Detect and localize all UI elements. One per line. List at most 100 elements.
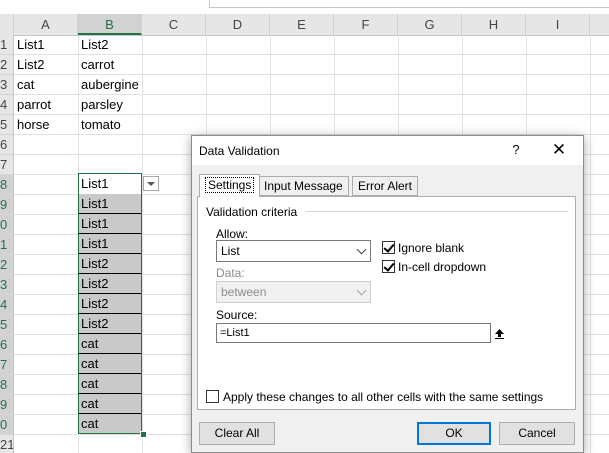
row-number: 8 [0,177,8,192]
tab-error-alert-label: Error Alert [358,179,413,193]
grid-line [590,35,591,453]
selected-cell[interactable]: List2 [78,274,142,294]
dialog-titlebar[interactable]: Data Validation ? ✕ [192,136,583,165]
tab-error-alert[interactable]: Error Alert [352,176,419,196]
row-header[interactable]: 5 [0,115,13,135]
source-input[interactable]: =List1 [216,323,504,343]
formula-bar-edge [209,0,609,8]
source-input-value: =List1 [220,327,250,339]
cell-dropdown-button[interactable] [143,176,159,191]
data-select[interactable]: between [216,281,371,303]
row-number: 0 [0,417,8,432]
selected-cell[interactable]: cat [78,374,142,394]
cell-b4[interactable]: parsley [78,95,123,115]
in-cell-dropdown-checkbox[interactable] [382,260,395,273]
fill-handle[interactable] [140,431,147,438]
cell-a3[interactable]: cat [14,75,34,95]
row-header[interactable]: 7 [0,155,13,175]
cell-a4[interactable]: parrot [14,95,51,115]
row-header[interactable]: 0 [0,415,13,435]
cell-b3[interactable]: aubergine [78,75,139,95]
column-header-d[interactable]: D [206,14,270,35]
column-headers: A B C D E F G H I [0,14,609,36]
row-header[interactable]: 0 [0,215,13,235]
ignore-blank-checkbox[interactable] [382,241,395,254]
row-number: 8 [0,377,8,392]
row-header[interactable]: 3 [0,275,13,295]
row-number: 4 [0,297,8,312]
close-button[interactable]: ✕ [542,138,576,162]
source-label: Source: [216,308,258,322]
selected-cell[interactable]: List2 [78,314,142,334]
top-strip [0,0,609,14]
tab-input-message[interactable]: Input Message [258,176,349,196]
selected-cell[interactable]: List2 [78,294,142,314]
selected-cell[interactable]: List1 [78,194,142,214]
data-label: Data: [216,266,245,280]
row-header[interactable]: 21 [0,435,13,453]
column-header-c[interactable]: C [142,14,206,35]
selected-cell[interactable]: cat [78,334,142,354]
row-header[interactable]: 5 [0,315,13,335]
row-header[interactable]: 2 [0,255,13,275]
row-number: 1 [0,37,8,52]
row-header[interactable]: 9 [0,395,13,415]
row-header[interactable]: 8 [0,175,13,195]
row-header[interactable]: 2 [0,55,13,75]
ok-button[interactable]: OK [417,422,491,445]
validation-criteria-heading: Validation criteria [206,205,298,219]
apply-all-checkbox[interactable] [206,390,219,403]
tab-settings[interactable]: Settings [199,174,261,197]
allow-label: Allow: [216,227,249,241]
active-cell-b8[interactable]: List1 [78,174,142,194]
row-header[interactable]: 1 [0,235,13,255]
dialog-title: Data Validation [199,144,280,158]
selected-cell[interactable]: cat [78,354,142,374]
allow-select[interactable]: List [216,240,371,262]
collapse-dialog-button[interactable] [491,325,507,341]
selected-cell[interactable]: List1 [78,214,142,234]
cell-b5[interactable]: tomato [78,115,121,135]
row-number: 6 [0,337,8,352]
clear-all-button[interactable]: Clear All [199,422,275,445]
select-all-corner[interactable] [0,14,14,35]
row-header[interactable]: 1 [0,35,13,55]
row-number: 21 [0,437,13,452]
cancel-button[interactable]: Cancel [499,422,575,445]
column-header-e[interactable]: E [270,14,334,35]
row-header[interactable]: 8 [0,375,13,395]
row-number: 3 [0,77,8,92]
row-header[interactable]: 7 [0,355,13,375]
row-header[interactable]: 6 [0,135,13,155]
cell-a5[interactable]: horse [14,115,50,135]
data-validation-dialog: Data Validation ? ✕ Settings Input Messa… [191,135,584,453]
column-header-b[interactable]: B [78,14,142,35]
help-button[interactable]: ? [501,138,531,162]
column-header-g[interactable]: G [398,14,462,35]
excel-window: A B C D E F G H I 1 2 3 4 5 6 7 8 9 0 1 … [0,0,609,453]
chevron-down-icon [352,282,370,302]
row-header[interactable]: 4 [0,295,13,315]
selected-cell[interactable]: List1 [78,234,142,254]
apply-all-label: Apply these changes to all other cells w… [223,390,544,404]
cell-b1[interactable]: List2 [78,35,108,55]
cell-b2[interactable]: carrot [78,55,114,75]
row-number: 3 [0,277,8,292]
selected-cell[interactable]: cat [78,414,142,434]
row-header[interactable]: 9 [0,195,13,215]
column-header-f[interactable]: F [334,14,398,35]
row-header[interactable]: 3 [0,75,13,95]
row-number: 9 [0,197,8,212]
selected-cell[interactable]: List2 [78,254,142,274]
column-header-i[interactable]: I [526,14,590,35]
cell-a1[interactable]: List1 [14,35,44,55]
row-header[interactable]: 4 [0,95,13,115]
row-number: 5 [0,317,8,332]
row-header[interactable]: 6 [0,335,13,355]
row-number: 7 [0,157,8,172]
data-select-value: between [221,285,267,299]
selected-cell[interactable]: cat [78,394,142,414]
column-header-a[interactable]: A [14,14,78,35]
column-header-h[interactable]: H [462,14,526,35]
cell-a2[interactable]: List2 [14,55,44,75]
